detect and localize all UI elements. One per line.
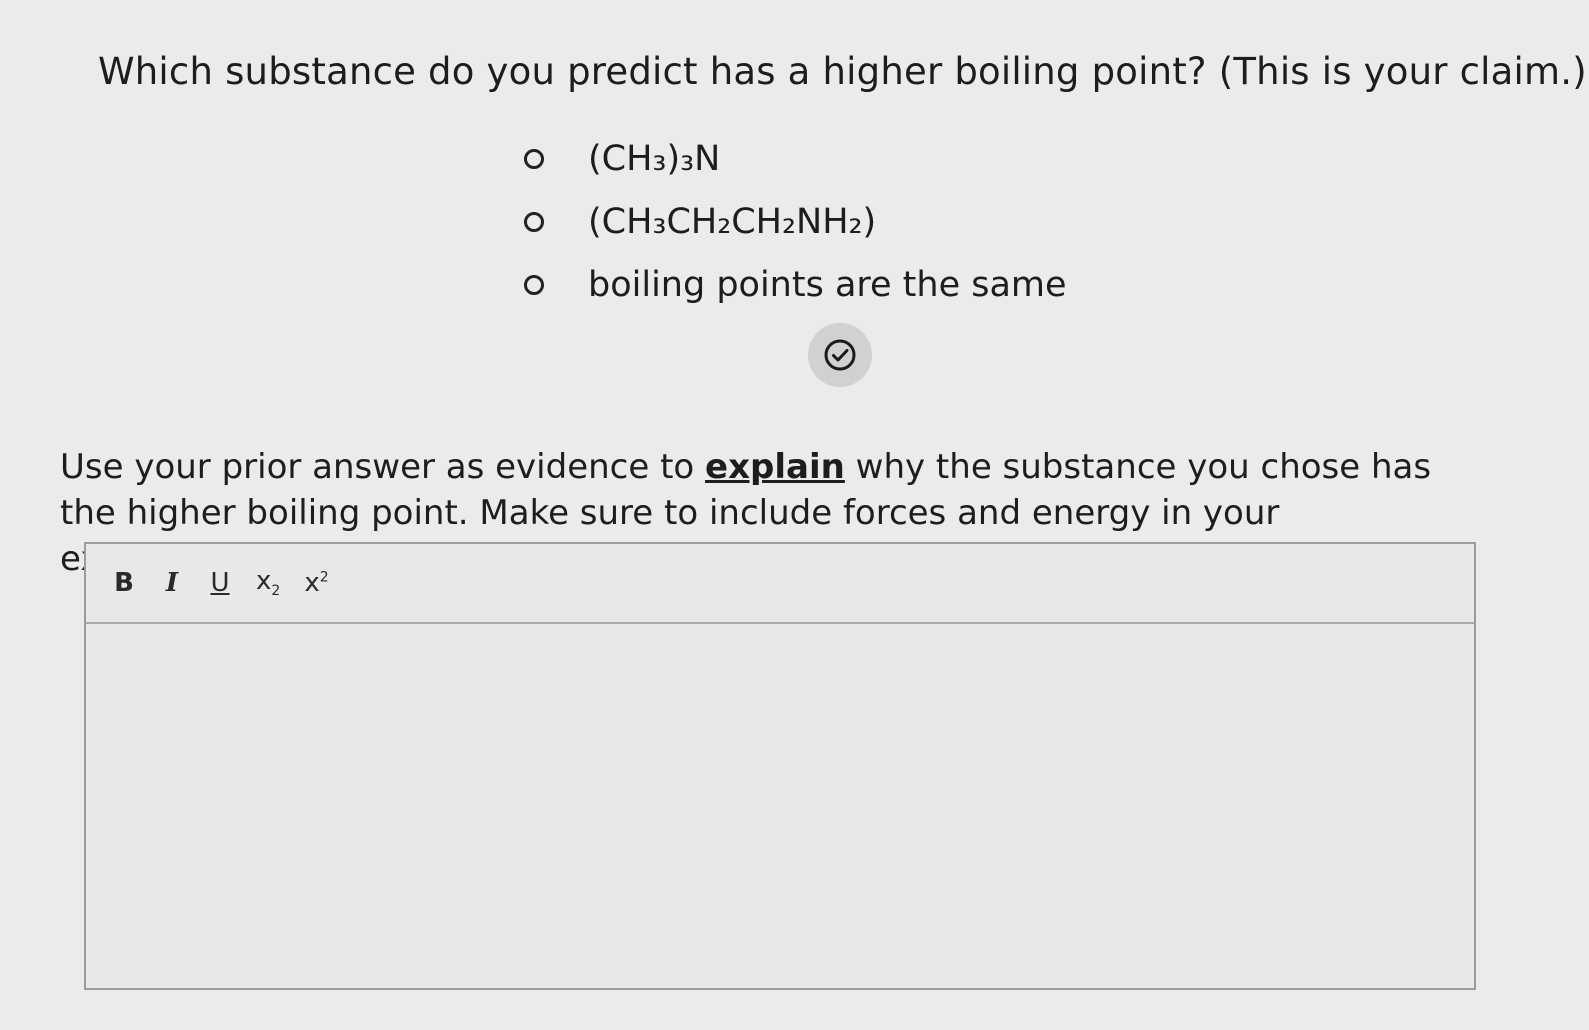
option-trimethylamine[interactable]: (CH₃)₃N — [520, 127, 1067, 190]
superscript-base: x — [304, 568, 320, 598]
subscript-mark: 2 — [271, 583, 281, 600]
radio-button[interactable] — [524, 148, 544, 169]
option-label: (CH₃CH₂CH₂NH₂) — [588, 201, 877, 242]
italic-button[interactable]: I — [160, 568, 184, 598]
prompt-text: Use your prior answer as evidence to — [60, 447, 706, 487]
option-propylamine[interactable]: (CH₃CH₂CH₂NH₂) — [520, 190, 1067, 253]
prompt-emphasis: explain — [705, 447, 845, 487]
check-circle-icon — [824, 339, 856, 371]
subscript-base: x — [256, 566, 272, 597]
bold-button[interactable]: B — [112, 568, 136, 598]
explanation-input[interactable] — [86, 624, 1474, 990]
option-label: (CH₃)₃N — [588, 138, 721, 179]
submit-claim-button[interactable] — [808, 323, 872, 387]
editor-toolbar: B I U x2 x2 — [86, 544, 1474, 624]
option-same[interactable]: boiling points are the same — [520, 253, 1067, 316]
superscript-mark: 2 — [319, 569, 329, 586]
rich-text-editor: B I U x2 x2 — [84, 542, 1476, 990]
radio-button[interactable] — [524, 274, 544, 295]
superscript-button[interactable]: x2 — [304, 568, 328, 598]
question-title: Which substance do you predict has a hig… — [98, 50, 1587, 93]
answer-options: (CH₃)₃N (CH₃CH₂CH₂NH₂) boiling points ar… — [520, 127, 1067, 316]
option-label: boiling points are the same — [588, 264, 1067, 305]
underline-button[interactable]: U — [208, 568, 232, 598]
radio-button[interactable] — [524, 211, 544, 232]
subscript-button[interactable]: x2 — [256, 566, 280, 599]
